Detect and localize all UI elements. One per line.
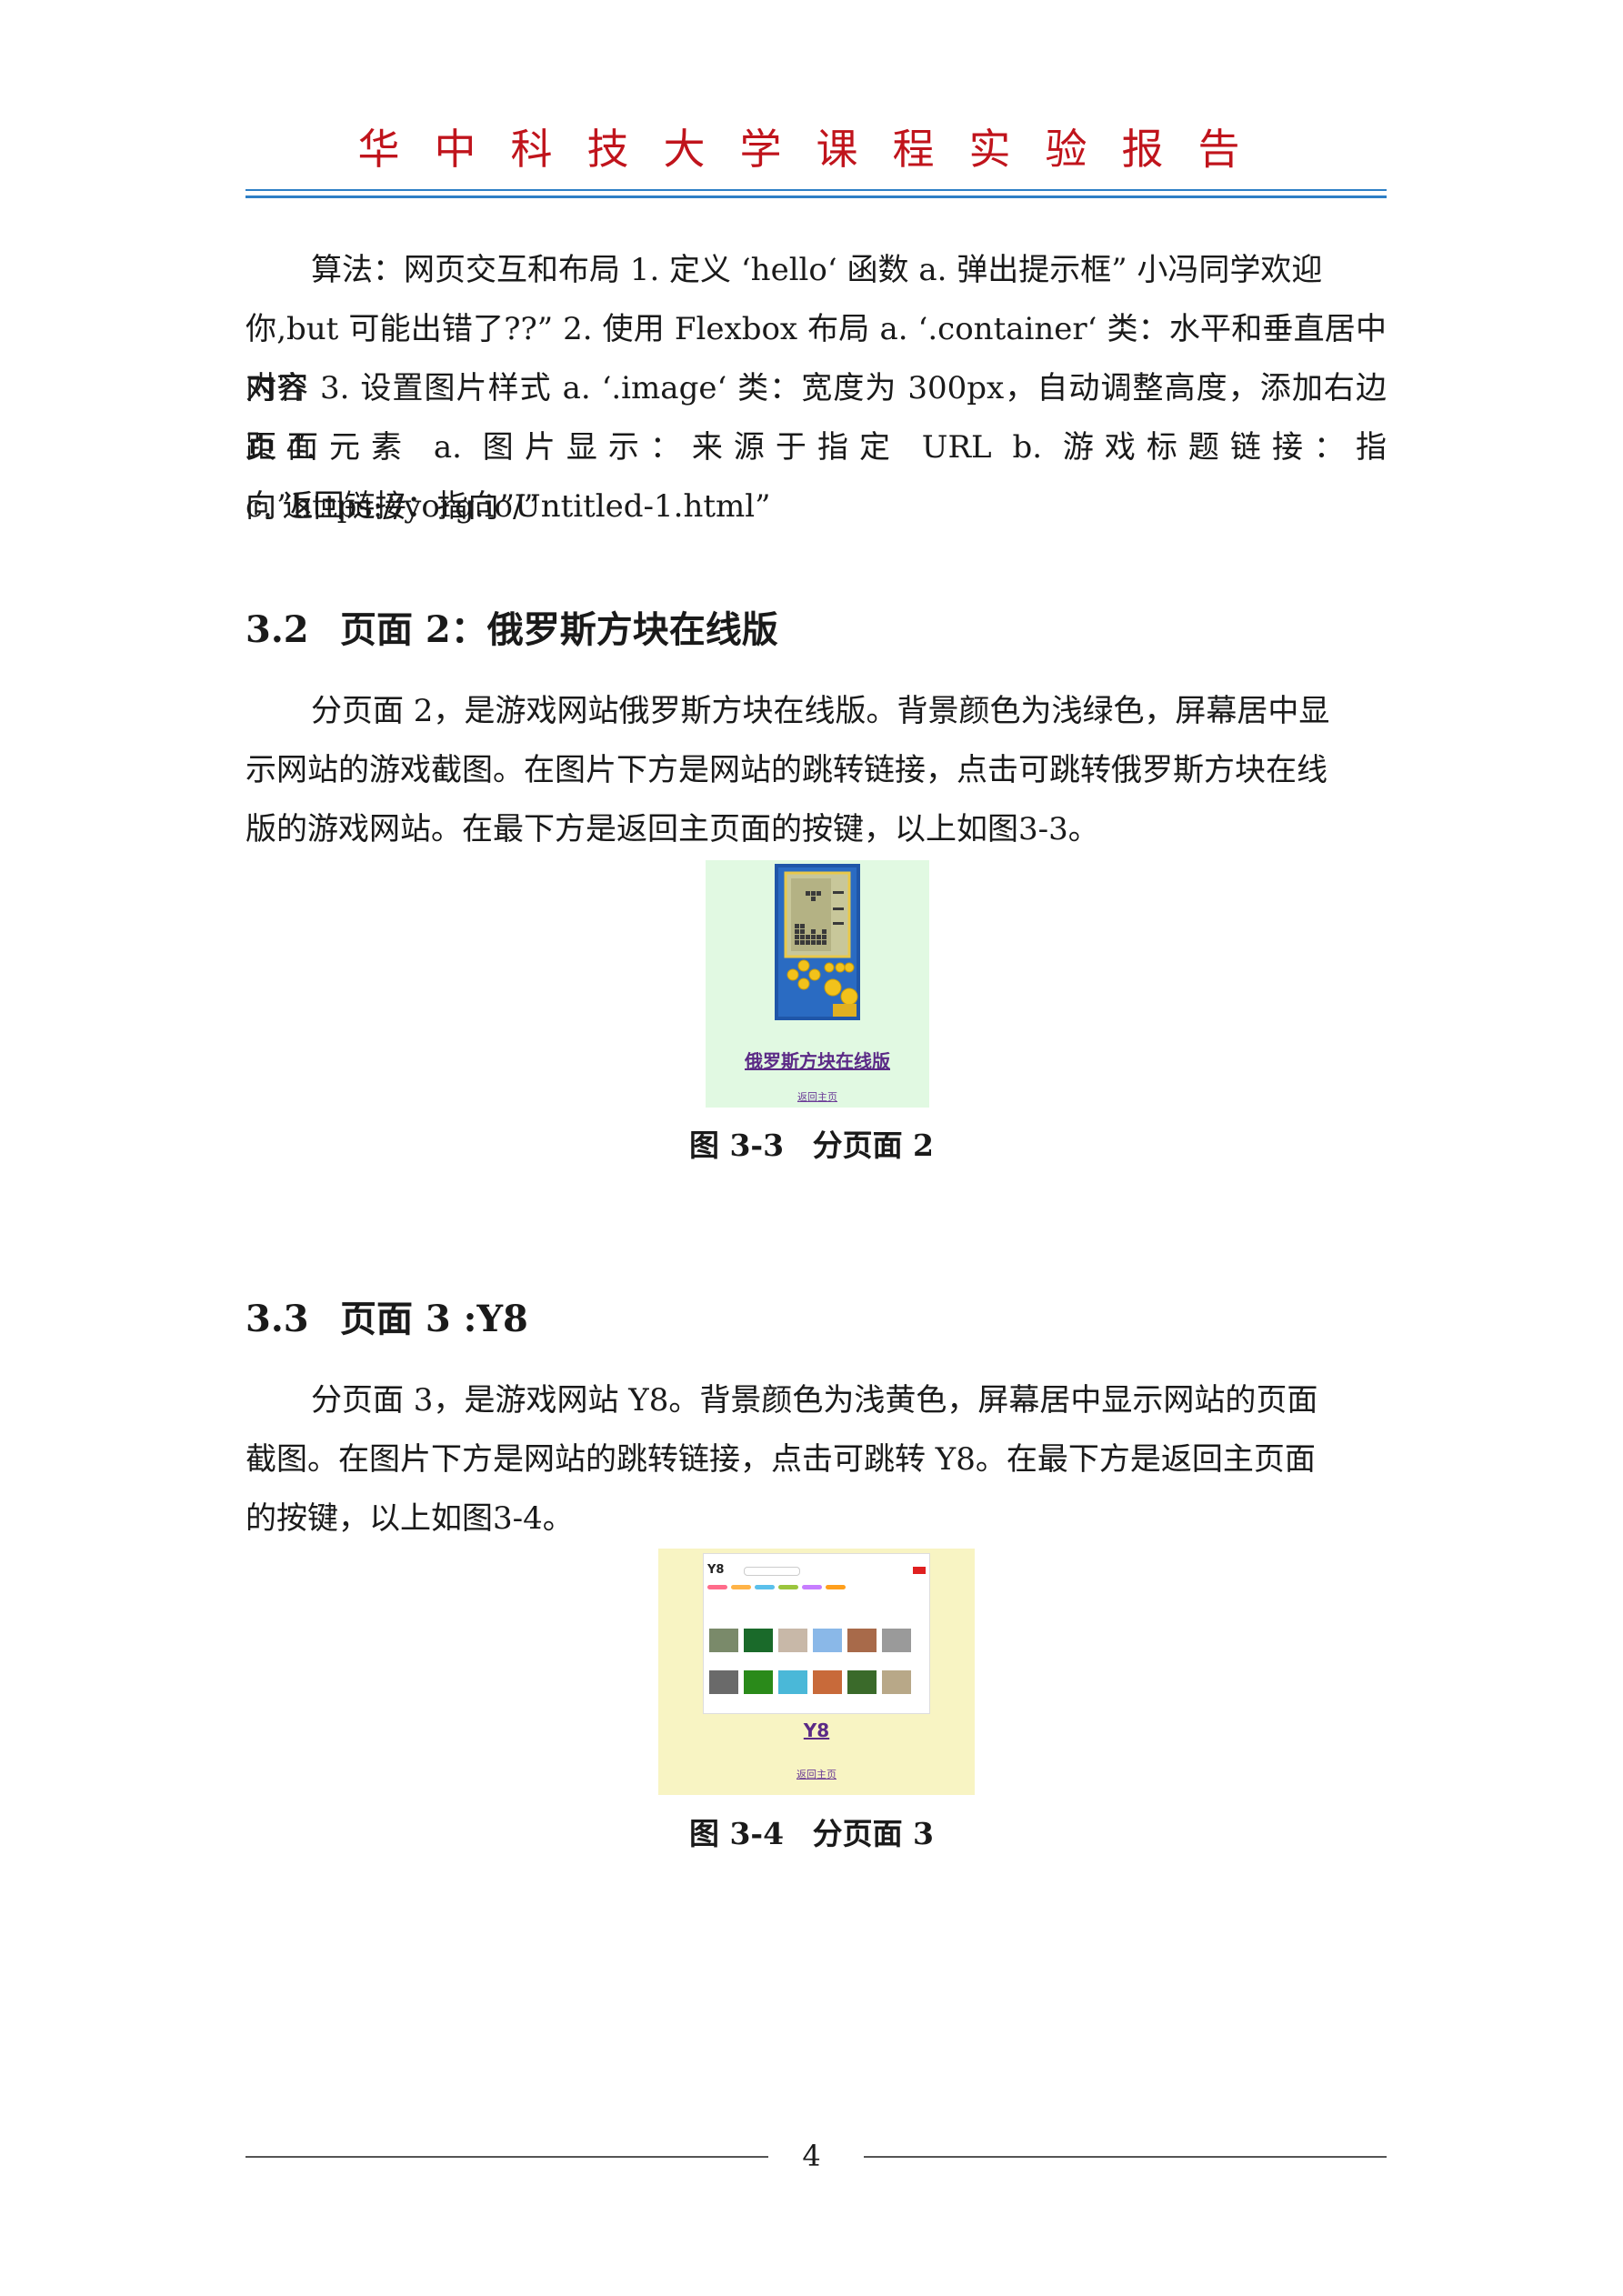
y8-game-thumbnail — [847, 1670, 877, 1694]
y8-category-pill — [778, 1585, 798, 1589]
y8-game-thumbnail — [778, 1670, 807, 1694]
intro-line: 算法：网页交互和布局 1. 定义 ‘hello‘ 函数 a. 弹出提示框” 小冯… — [311, 252, 1323, 288]
header-rule-thin — [245, 189, 1387, 191]
caption-text: 分页面 3 — [812, 1816, 935, 1851]
section-title: 页面 3 :Y8 — [340, 1298, 528, 1340]
intro-line: c. 返回链接：指向”Untitled-1.html” — [245, 488, 771, 525]
figure-caption-3-3: 图 3-3 分页面 2 — [0, 1121, 1623, 1165]
header-rule-thick — [245, 196, 1387, 198]
y8-category-pill — [707, 1585, 727, 1589]
section-heading-3-3: 3.3 页面 3 :Y8 — [245, 1289, 528, 1342]
y8-game-thumbnail — [744, 1629, 773, 1652]
body-line: 版的游戏网站。在最下方是返回主页面的按键，以上如图3-3。 — [245, 811, 1099, 847]
page-number: 4 — [802, 2139, 821, 2173]
y8-category-pill — [826, 1585, 846, 1589]
y8-category-pill — [755, 1585, 775, 1589]
y8-category-pill — [731, 1585, 751, 1589]
footer-rule-left — [245, 2156, 768, 2158]
figure-caption-3-4: 图 3-4 分页面 3 — [0, 1810, 1623, 1853]
caption-text: 分页面 2 — [812, 1128, 935, 1163]
body-line: 分页面 2，是游戏网站俄罗斯方块在线版。背景颜色为浅绿色，屏幕居中显 — [311, 693, 1330, 729]
body-line: 分页面 3，是游戏网站 Y8。背景颜色为浅黄色，屏幕居中显示网站的页面 — [311, 1382, 1318, 1419]
y8-game-thumbnail — [882, 1670, 911, 1694]
body-line: 的按键，以上如图3-4。 — [245, 1500, 574, 1537]
figure-y8-page: Y8 Y8 返回主页 — [658, 1549, 975, 1795]
y8-game-thumbnail — [813, 1670, 842, 1694]
section-title: 页面 2：俄罗斯方块在线版 — [340, 608, 778, 651]
y8-category-pill — [802, 1585, 822, 1589]
report-header-title: 华中科技大学课程实验报告 — [357, 125, 1275, 174]
y8-login-button — [913, 1567, 926, 1574]
caption-label: 图 3-3 — [688, 1128, 785, 1163]
y8-logo: Y8 — [707, 1563, 725, 1577]
y8-game-thumbnail — [744, 1670, 773, 1694]
section-heading-3-2: 3.2 页面 2：俄罗斯方块在线版 — [245, 600, 778, 653]
game-site-link[interactable]: 俄罗斯方块在线版 — [706, 1047, 929, 1073]
section-number: 3.3 — [245, 1298, 309, 1340]
y8-game-thumbnail — [709, 1629, 738, 1652]
y8-site-link[interactable]: Y8 — [658, 1719, 975, 1741]
y8-game-thumbnail — [709, 1670, 738, 1694]
y8-website-screenshot: Y8 — [703, 1553, 930, 1714]
y8-game-thumbnail — [882, 1629, 911, 1652]
body-line: 示网站的游戏截图。在图片下方是网站的跳转链接，点击可跳转俄罗斯方块在线 — [245, 752, 1327, 788]
back-to-home-link[interactable]: 返回主页 — [706, 1089, 929, 1104]
section-number: 3.2 — [245, 608, 309, 651]
y8-search-bar — [744, 1567, 800, 1576]
y8-game-thumbnail — [847, 1629, 877, 1652]
body-line: 截图。在图片下方是网站的跳转链接，点击可跳转 Y8。在最下方是返回主页面 — [245, 1441, 1316, 1478]
back-to-home-link[interactable]: 返回主页 — [658, 1767, 975, 1781]
y8-game-thumbnail — [813, 1629, 842, 1652]
caption-label: 图 3-4 — [688, 1816, 785, 1851]
footer-rule-right — [864, 2156, 1387, 2158]
y8-game-thumbnail — [778, 1629, 807, 1652]
figure-tetris-page: 俄罗斯方块在线版 返回主页 — [706, 860, 929, 1108]
